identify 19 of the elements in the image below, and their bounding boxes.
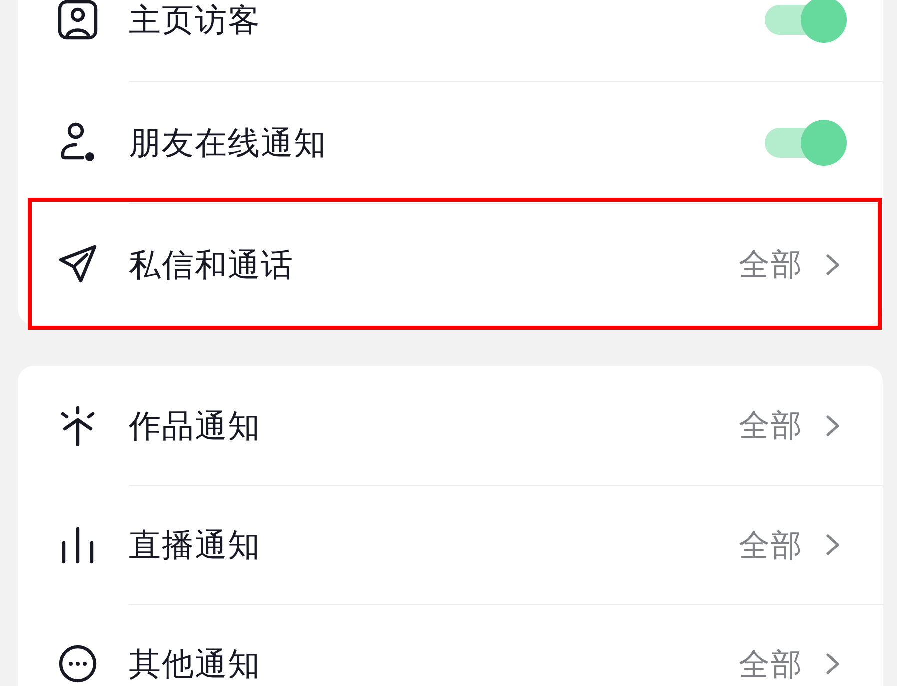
setting-label: 作品通知: [129, 410, 262, 442]
paper-plane-icon: [58, 244, 98, 284]
setting-label: 其他通知: [129, 648, 262, 680]
setting-label: 主页访客: [129, 4, 262, 36]
setting-label: 朋友在线通知: [129, 126, 328, 158]
toggle-switch[interactable]: [765, 0, 847, 43]
user-square-icon: [58, 0, 98, 40]
chevron-right-icon: [825, 533, 841, 557]
setting-label: 私信和通话: [129, 248, 295, 280]
setting-value: 全部: [739, 410, 803, 441]
chevron-right-icon: [825, 652, 841, 676]
setting-value: 全部: [739, 648, 803, 680]
chevron-right-icon: [825, 252, 841, 276]
setting-value: 全部: [739, 249, 803, 280]
setting-value: 全部: [739, 530, 803, 560]
more-icon: [58, 644, 98, 684]
toggle-switch[interactable]: [765, 120, 847, 166]
setting-label: 直播通知: [129, 529, 262, 561]
chevron-right-icon: [825, 414, 841, 438]
